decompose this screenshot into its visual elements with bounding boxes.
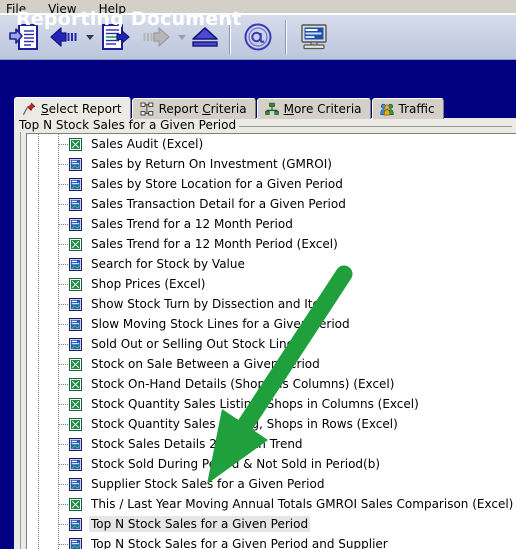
tree-item[interactable]: Show Stock Turn by Dissection and Item [27, 294, 516, 314]
tree-item[interactable]: Stock Quantity Sales Listing, Shops in C… [27, 394, 516, 414]
tree-item[interactable]: Sales by Return On Investment (GMROI) [27, 154, 516, 174]
tree-item[interactable]: Sales by Store Location for a Given Peri… [27, 174, 516, 194]
tab-label: Traffic [398, 102, 435, 116]
tab-bar: Select Report Report Criteria More Criteri… [14, 97, 445, 119]
tree-item-label: Stock Quantity Sales Listing, Shops in C… [91, 397, 419, 411]
excel-report-icon [69, 497, 82, 511]
report-icon [69, 297, 82, 311]
tree-item-label: Sales Audit (Excel) [91, 137, 204, 151]
groupbox-legend: Top N Stock Sales for a Given Period [16, 118, 240, 132]
tree-item[interactable]: Sales Transaction Detail for a Given Per… [27, 194, 516, 214]
tree-item-label: This / Last Year Moving Annual Totals GM… [91, 497, 514, 511]
tree-item-label: Sales by Store Location for a Given Peri… [91, 177, 343, 191]
tree-item[interactable]: Sales Trend for a 12 Month Period [27, 214, 516, 234]
tree-item[interactable]: Sales Trend for a 12 Month Period (Excel… [27, 234, 516, 254]
excel-report-icon [69, 277, 82, 291]
tree-item[interactable]: Sales Audit (Excel) [27, 134, 516, 154]
tree-item[interactable]: Stock Sales Details 24 Month Trend [27, 434, 516, 454]
tree-item[interactable]: Stock Quantity Sales Listing, Shops in R… [27, 414, 516, 434]
tree-item[interactable]: Stock On-Hand Details (Shops as Columns)… [27, 374, 516, 394]
report-icon [69, 197, 82, 211]
tree-item-label: Top N Stock Sales for a Given Period and… [91, 537, 388, 549]
page-title: Reporting Document [16, 8, 242, 30]
tab-label: More Criteria [283, 102, 362, 116]
tree-item[interactable]: Search for Stock by Value [27, 254, 516, 274]
tree-item-label: Slow Moving Stock Lines for a Given Peri… [91, 317, 350, 331]
tree-item[interactable]: Stock Sold During Period & Not Sold in P… [27, 454, 516, 474]
excel-report-icon [69, 377, 82, 391]
tab-select-report[interactable]: Select Report [14, 97, 131, 119]
excel-report-icon [69, 417, 82, 431]
report-icon [69, 477, 82, 491]
report-icon [69, 457, 82, 471]
email-glyph [244, 23, 272, 51]
people-icon [379, 103, 394, 116]
tab-traffic[interactable]: Traffic [371, 98, 444, 119]
excel-report-icon [69, 357, 82, 371]
report-icon [69, 177, 82, 191]
tree-item[interactable]: Top N Stock Sales for a Given Period and… [27, 534, 516, 549]
report-tree[interactable]: Sales Audit (Excel) Sales by Return On In… [26, 133, 516, 549]
excel-report-icon [69, 137, 82, 151]
tab-report-criteria[interactable]: Report Criteria [131, 98, 256, 119]
tab-label: Report Criteria [158, 102, 247, 116]
tab-label: Select Report [41, 101, 122, 116]
tree-item-label: Supplier Stock Sales for a Given Period [91, 477, 325, 491]
tree-item-label: Top N Stock Sales for a Given Period [89, 516, 311, 532]
tree-item[interactable]: Sold Out or Selling Out Stock Lines [27, 334, 516, 354]
tree-item[interactable]: Supplier Stock Sales for a Given Period [27, 474, 516, 494]
email-icon[interactable] [238, 17, 278, 57]
tree-item[interactable]: Top N Stock Sales for a Given Period [27, 514, 516, 534]
tree-item-label: Show Stock Turn by Dissection and Item [91, 297, 332, 311]
tree-item-label: Shop Prices (Excel) [91, 277, 206, 291]
tree-item-label: Sales by Return On Investment (GMROI) [91, 157, 332, 171]
tree-item[interactable]: This / Last Year Moving Annual Totals GM… [27, 494, 516, 514]
tree-item-label: Sales Trend for a 12 Month Period (Excel… [91, 237, 338, 251]
tree-item-label: Stock On-Hand Details (Shops as Columns)… [91, 377, 395, 391]
excel-report-icon [69, 397, 82, 411]
tree-item-label: Stock on Sale Between a Given Period [91, 357, 320, 371]
tree-item[interactable]: Slow Moving Stock Lines for a Given Peri… [27, 314, 516, 334]
tree-item[interactable]: Shop Prices (Excel) [27, 274, 516, 294]
toolbar-separator-2 [285, 20, 287, 54]
excel-report-icon [69, 237, 82, 251]
report-icon [69, 337, 82, 351]
tree-item[interactable]: Stock on Sale Between a Given Period [27, 354, 516, 374]
monitor-glyph [301, 24, 327, 50]
report-icon [69, 537, 82, 549]
tab-more-criteria[interactable]: More Criteria [256, 98, 371, 119]
hierarchy-icon [140, 102, 153, 116]
tree-item-label: Search for Stock by Value [91, 257, 245, 271]
tree-item-label: Stock Sales Details 24 Month Trend [91, 437, 303, 451]
tree-item-label: Stock Sold During Period & Not Sold in P… [91, 457, 381, 471]
report-icon [69, 157, 82, 171]
report-icon [69, 257, 82, 271]
monitor-icon[interactable] [294, 17, 334, 57]
tree-item-label: Sales Transaction Detail for a Given Per… [91, 197, 346, 211]
tree-item-label: Sales Trend for a 12 Month Period [91, 217, 293, 231]
report-icon [69, 217, 82, 231]
tree-item-label: Stock Quantity Sales Listing, Shops in R… [91, 417, 398, 431]
report-icon [69, 437, 82, 451]
connector-icon [264, 102, 279, 115]
report-icon [69, 317, 82, 331]
tree-item-label: Sold Out or Selling Out Stock Lines [91, 337, 301, 351]
pushpin-icon [22, 102, 36, 115]
report-icon [69, 517, 82, 531]
chevron-down-icon [178, 34, 186, 40]
chevron-down-icon [86, 34, 94, 40]
left-accent-band [0, 118, 14, 549]
